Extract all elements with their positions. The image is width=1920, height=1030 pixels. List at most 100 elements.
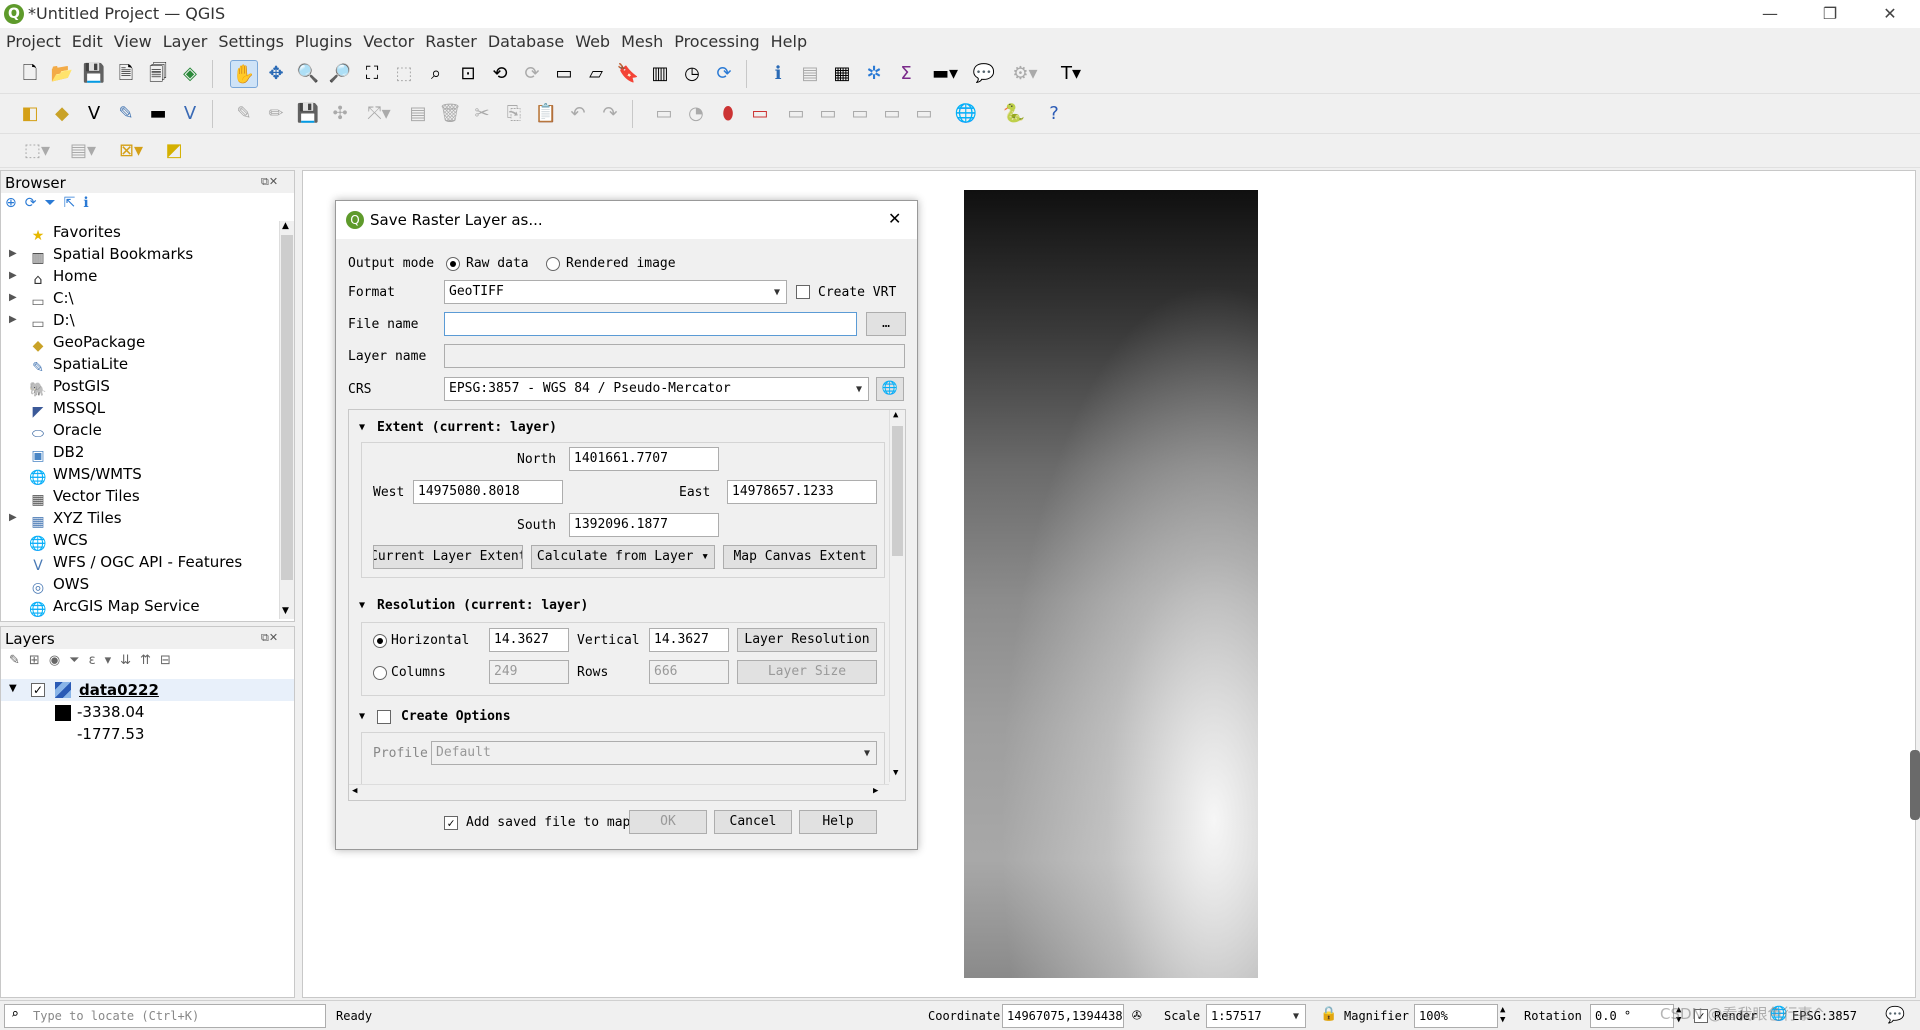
browser-item[interactable]: ◎ OWS	[29, 573, 89, 596]
profile-select[interactable]: Default	[431, 741, 877, 765]
browser-item[interactable]: ▣ DB2	[29, 441, 84, 464]
magnifier-input[interactable]: 100%	[1414, 1004, 1498, 1028]
options-vertical-scrollbar[interactable]: ▲ ▼	[889, 410, 905, 782]
zoom-in-icon[interactable]: 🔍	[294, 60, 322, 88]
refresh-icon[interactable]: ⟳	[710, 60, 738, 88]
rotate-label-icon[interactable]: ▭	[878, 100, 906, 128]
menu-settings[interactable]: Settings	[212, 28, 289, 51]
select-location-icon[interactable]: ⚙▾	[1004, 60, 1046, 88]
filter-icon[interactable]: ⏷	[44, 195, 63, 211]
save-edits-icon[interactable]: 💾	[294, 100, 322, 128]
close-window-button[interactable]: ✕	[1865, 0, 1915, 28]
zoom-out-icon[interactable]: 🔎	[326, 60, 354, 88]
filter-legend-icon[interactable]: ⏷	[69, 653, 88, 668]
save-project-icon[interactable]: 💾	[80, 60, 108, 88]
browser-item[interactable]: ▭ D:\	[29, 309, 74, 332]
layer-name[interactable]: data0222	[79, 681, 159, 699]
menu-layer[interactable]: Layer	[157, 28, 213, 51]
expand-arrow-icon[interactable]: ▶	[9, 270, 17, 281]
east-input[interactable]: 14978657.1233	[727, 480, 877, 504]
collapse-all-icon[interactable]: ⇈	[140, 653, 160, 668]
current-edits-icon[interactable]: ✎	[230, 100, 258, 128]
side-handle[interactable]	[1910, 750, 1920, 820]
browser-item[interactable]: 🌐 WCS	[29, 529, 88, 552]
columns-input[interactable]: 249	[489, 660, 569, 684]
properties-icon[interactable]: ℹ	[83, 195, 96, 211]
scroll-down-icon[interactable]: ▼	[282, 606, 289, 616]
expand-arrow-icon[interactable]: ▶	[9, 292, 17, 303]
ok-button[interactable]: OK	[629, 810, 707, 834]
raw-data-radio[interactable]	[446, 257, 460, 271]
pan-to-selection-icon[interactable]: ✥	[262, 60, 290, 88]
new-map-view-icon[interactable]: ▭	[550, 60, 578, 88]
processing-toolbox-icon[interactable]: ✲	[860, 60, 888, 88]
show-bookmarks-icon[interactable]: ▥	[646, 60, 674, 88]
browser-item[interactable]: ▭ C:\	[29, 287, 73, 310]
browser-item[interactable]: ✎ SpatiaLite	[29, 353, 128, 376]
style-manager-icon[interactable]: ◈	[176, 60, 204, 88]
browser-scrollbar[interactable]: ▲ ▼	[279, 221, 294, 619]
add-selected-icon[interactable]: ⊕	[5, 195, 25, 211]
new-3d-map-icon[interactable]: ▱	[582, 60, 610, 88]
horizontal-input[interactable]: 14.3627	[489, 628, 569, 652]
create-options-collapse-icon[interactable]: ▼	[359, 711, 365, 722]
menu-processing[interactable]: Processing	[668, 28, 764, 51]
undo-icon[interactable]: ↶	[564, 100, 592, 128]
format-select[interactable]: GeoTIFF	[444, 280, 787, 304]
browser-item[interactable]: ▦ XYZ Tiles	[29, 507, 121, 530]
pan-map-icon[interactable]: ✋	[230, 60, 258, 88]
new-bookmark-icon[interactable]: 🔖	[614, 60, 642, 88]
select-crs-globe-icon[interactable]: 🌐	[876, 377, 904, 401]
current-layer-extent-button[interactable]: Current Layer Extent	[373, 545, 523, 569]
browser-item[interactable]: ◆ GeoPackage	[29, 331, 146, 354]
menu-help[interactable]: Help	[765, 28, 812, 51]
collapse-all-icon[interactable]: ⇱	[64, 195, 84, 211]
file-name-input[interactable]	[444, 312, 857, 336]
columns-radio[interactable]	[373, 666, 387, 680]
resolution-collapse-icon[interactable]: ▼	[359, 600, 365, 611]
new-shapefile-layer-icon[interactable]: V	[80, 100, 108, 128]
layer-resolution-button[interactable]: Layer Resolution	[737, 628, 877, 652]
scroll-right-icon[interactable]: ▶	[873, 786, 878, 796]
scroll-thumb[interactable]	[892, 426, 903, 556]
diagram-tool-icon[interactable]: ◔	[682, 100, 710, 128]
browser-item[interactable]: ▦ Vector Tiles	[29, 485, 139, 508]
scroll-up-icon[interactable]: ▲	[893, 410, 898, 420]
toggle-extents-icon[interactable]: ✇	[1132, 1005, 1142, 1024]
new-print-layout-icon[interactable]: 🗎	[112, 60, 140, 88]
new-virtual-layer-icon[interactable]: V	[176, 100, 204, 128]
minimize-button[interactable]: —	[1745, 0, 1795, 28]
open-attribute-table-icon[interactable]: ▤	[796, 60, 824, 88]
expand-all-icon[interactable]: ⇊	[120, 653, 140, 668]
menu-database[interactable]: Database	[482, 28, 569, 51]
map-tips-icon[interactable]: 💬	[970, 60, 998, 88]
paste-features-icon[interactable]: 📋	[532, 100, 560, 128]
restore-button[interactable]: ❐	[1805, 0, 1855, 28]
copy-features-icon[interactable]: ⎘	[500, 100, 528, 128]
expand-arrow-icon[interactable]: ▼	[9, 683, 17, 694]
measure-line-icon[interactable]: ▬▾	[924, 60, 966, 88]
new-temporary-layer-icon[interactable]: ▬	[144, 100, 172, 128]
modify-attributes-icon[interactable]: ▤	[404, 100, 432, 128]
layer-size-button[interactable]: Layer Size	[737, 660, 877, 684]
scroll-thumb[interactable]	[281, 235, 293, 580]
menu-vector[interactable]: Vector	[357, 28, 419, 51]
panel-float-icon[interactable]: ⧉✕	[261, 175, 278, 189]
new-spatialite-layer-icon[interactable]: ✎	[112, 100, 140, 128]
add-group-icon[interactable]: ⊞	[29, 653, 49, 668]
menu-edit[interactable]: Edit	[66, 28, 108, 51]
deselect-features-icon[interactable]: ⊠▾	[110, 137, 152, 165]
expand-arrow-icon[interactable]: ▶	[9, 512, 17, 523]
statistical-summary-icon[interactable]: Σ	[892, 60, 920, 88]
north-input[interactable]: 1401661.7707	[569, 447, 719, 471]
add-saved-file-checkbox[interactable]: ✓	[444, 816, 458, 830]
open-project-icon[interactable]: 📂	[48, 60, 76, 88]
toggle-editing-icon[interactable]: ✏	[262, 100, 290, 128]
new-project-icon[interactable]: 🗋	[16, 60, 44, 88]
browser-item[interactable]: ▥ Spatial Bookmarks	[29, 243, 193, 266]
expand-arrow-icon[interactable]: ▶	[9, 248, 17, 259]
expand-arrow-icon[interactable]: ▶	[9, 314, 17, 325]
zoom-selection-icon[interactable]: ⬚	[390, 60, 418, 88]
rendered-image-radio[interactable]	[546, 257, 560, 271]
browser-item[interactable]: ⌂ Home	[29, 265, 98, 288]
